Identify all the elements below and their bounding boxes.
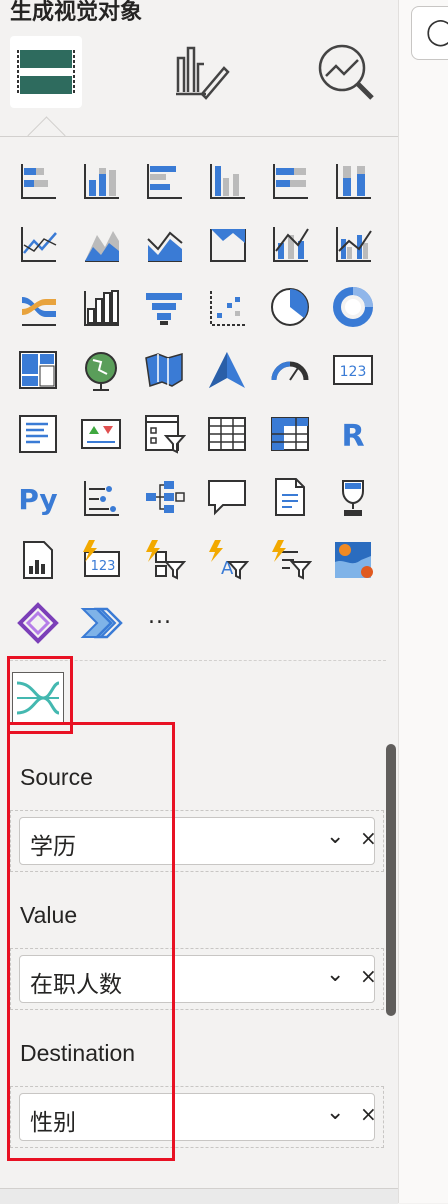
gauge-icon[interactable] — [268, 348, 312, 392]
stacked-column-icon[interactable] — [79, 158, 123, 202]
key-influencers-icon[interactable] — [79, 475, 123, 519]
clustered-bar-icon[interactable] — [142, 158, 186, 202]
qa-icon[interactable] — [205, 475, 249, 519]
multi-row-card-icon[interactable] — [16, 412, 60, 456]
card-icon[interactable]: 123 — [331, 348, 375, 392]
chevron-down-icon[interactable]: ⌄ — [326, 1100, 344, 1125]
goals-icon[interactable] — [331, 475, 375, 519]
chevron-down-icon[interactable]: ⌄ — [326, 824, 344, 849]
more-visuals-button[interactable]: ... — [148, 604, 172, 629]
close-icon[interactable]: × — [360, 1102, 377, 1126]
svg-text:123: 123 — [91, 559, 116, 574]
stacked-bar-icon[interactable] — [16, 158, 60, 202]
kpi-icon[interactable] — [79, 412, 123, 456]
line-stacked-column-icon[interactable] — [268, 221, 312, 265]
format-visual-icon[interactable] — [162, 36, 234, 108]
chevron-down-icon[interactable]: ⌄ — [326, 962, 344, 987]
paginated-report-icon[interactable] — [16, 538, 60, 582]
power-automate-filter-icon[interactable] — [268, 538, 313, 582]
globe-map-icon[interactable] — [79, 348, 123, 392]
scrollbar[interactable] — [386, 744, 396, 1016]
donut-chart-icon[interactable] — [331, 285, 375, 329]
treemap-icon[interactable] — [16, 348, 60, 392]
svg-text:Py: Py — [18, 483, 57, 516]
pane-title: 生成视觉对象 — [10, 0, 143, 25]
ribbon-chart-icon[interactable] — [16, 285, 60, 329]
power-apps-icon[interactable] — [16, 601, 60, 645]
stacked-area-icon[interactable] — [142, 221, 186, 265]
line-chart-icon[interactable] — [16, 221, 60, 265]
area-chart-icon[interactable] — [79, 221, 123, 265]
search-button[interactable]: ◯ — [411, 6, 448, 60]
100-stacked-column-icon[interactable] — [331, 158, 375, 202]
100-stacked-bar-icon[interactable] — [268, 158, 312, 202]
arcgis-map-icon[interactable] — [331, 538, 375, 582]
power-automate-slicer-icon[interactable] — [142, 538, 187, 582]
power-automate-card-icon[interactable]: 123 — [79, 538, 123, 582]
pie-chart-icon[interactable] — [268, 285, 312, 329]
visualizations-pane: 生成视觉对象 123 R Py 123 A ... Source 学历 ⌄ × … — [0, 0, 398, 1204]
slicer-icon[interactable] — [142, 412, 187, 456]
search-icon: ◯ — [426, 17, 448, 47]
clustered-column-icon[interactable] — [205, 158, 249, 202]
matrix-icon[interactable] — [268, 412, 312, 456]
analytics-icon[interactable] — [310, 36, 382, 108]
python-visual-icon[interactable]: Py — [16, 475, 60, 519]
power-automate-icon[interactable] — [79, 601, 123, 645]
svg-text:R: R — [341, 419, 364, 454]
build-visual-icon[interactable] — [10, 36, 82, 108]
bottom-bar — [0, 1188, 398, 1204]
funnel-chart-icon[interactable] — [142, 285, 186, 329]
close-icon[interactable]: × — [360, 826, 377, 850]
svg-text:123: 123 — [340, 364, 367, 380]
smart-narrative-icon[interactable] — [268, 475, 312, 519]
divider — [0, 136, 398, 137]
close-icon[interactable]: × — [360, 964, 377, 988]
power-automate-text-icon[interactable]: A — [205, 538, 250, 582]
fields-pane-edge — [399, 0, 448, 1203]
filled-map-icon[interactable] — [142, 348, 186, 392]
table-icon[interactable] — [205, 412, 249, 456]
waterfall-chart-icon[interactable] — [79, 285, 123, 329]
r-visual-icon[interactable]: R — [331, 412, 375, 456]
decomposition-tree-icon[interactable] — [142, 475, 186, 519]
100-stacked-area-icon[interactable] — [205, 221, 249, 265]
highlight-box-fields — [7, 722, 175, 1161]
line-clustered-column-icon[interactable] — [331, 221, 375, 265]
azure-map-icon[interactable] — [205, 348, 249, 392]
scatter-chart-icon[interactable] — [205, 285, 249, 329]
